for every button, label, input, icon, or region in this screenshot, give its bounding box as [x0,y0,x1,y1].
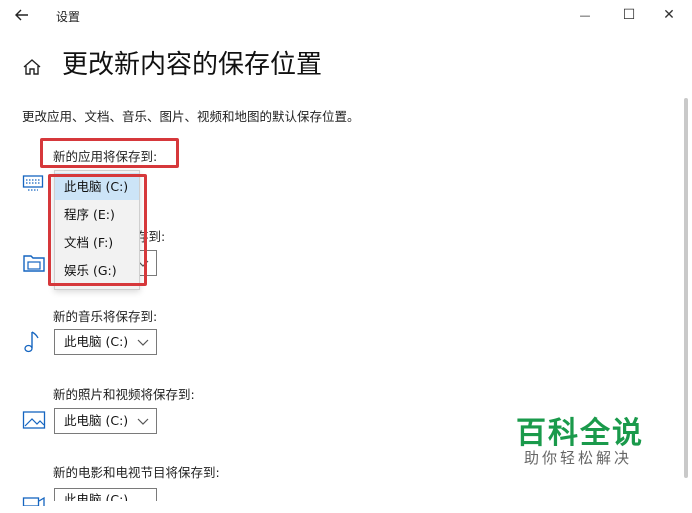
close-icon: ✕ [663,7,675,23]
page-description: 更改应用、文档、音乐、图片、视频和地图的默认保存位置。 [22,109,360,124]
movies-location-value: 此电脑 (C:) [64,492,129,501]
arrow-left-icon [15,9,28,21]
watermark-slogan: 助你轻松解决 [524,449,633,467]
minimize-button[interactable]: — [566,0,604,30]
monitor-icon [22,174,46,196]
page-title: 更改新内容的保存位置 [62,50,323,80]
photos-location-dropdown[interactable]: 此电脑 (C:) [54,408,157,434]
highlight-box-apps-label [40,138,179,168]
picture-icon [22,410,46,432]
music-save-label: 新的音乐将保存到: [53,309,158,324]
title-bar: 设置 — ☐ ✕ [0,0,692,30]
video-icon [22,491,46,513]
photos-save-label: 新的照片和视频将保存到: [53,387,195,402]
music-note-icon [22,330,46,353]
watermark-logo-text: 百科全说 [516,416,644,451]
chevron-down-icon [137,339,149,346]
maximize-icon: ☐ [622,7,636,23]
home-icon[interactable] [22,58,42,76]
back-button[interactable] [8,4,36,26]
window-title: 设置 [56,10,81,24]
chevron-down-icon [137,418,149,425]
photos-location-value: 此电脑 (C:) [64,413,129,428]
scrollbar[interactable] [684,98,688,478]
maximize-button[interactable]: ☐ [610,0,648,30]
close-button[interactable]: ✕ [650,0,688,30]
folder-icon [22,252,46,274]
music-location-dropdown[interactable]: 此电脑 (C:) [54,329,157,355]
movies-location-dropdown[interactable]: 此电脑 (C:) [54,488,157,501]
highlight-box-dropdown [48,174,147,286]
music-location-value: 此电脑 (C:) [64,334,129,349]
minimize-icon: — [579,9,591,22]
movies-save-label: 新的电影和电视节目将保存到: [53,465,220,480]
